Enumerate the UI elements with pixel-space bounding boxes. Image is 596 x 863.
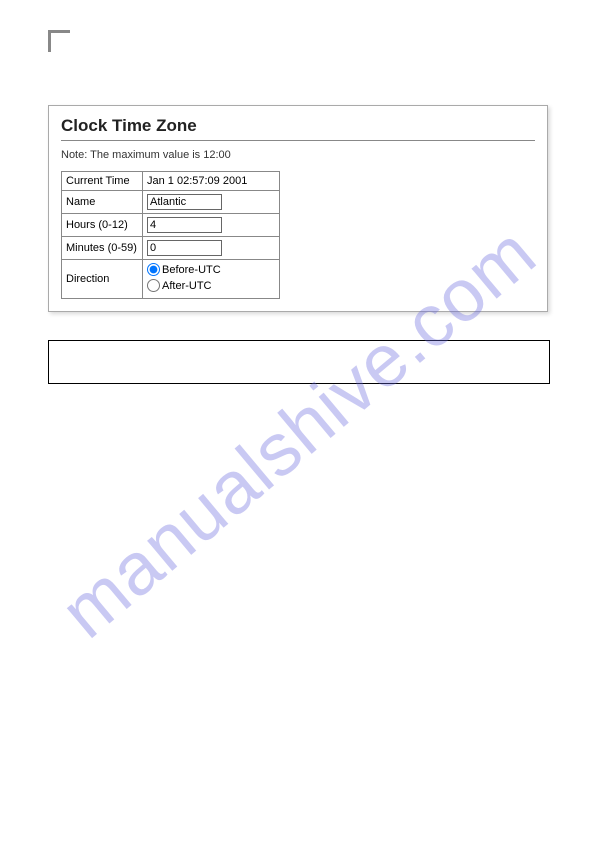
settings-table: Current Time Jan 1 02:57:09 2001 Name Ho… [61,171,280,299]
hours-label: Hours (0-12) [62,214,143,237]
hours-input[interactable] [147,217,222,233]
table-row: Name [62,191,280,214]
panel-title: Clock Time Zone [61,116,535,136]
current-time-value: Jan 1 02:57:09 2001 [143,172,280,191]
table-row: Minutes (0-59) [62,237,280,260]
name-label: Name [62,191,143,214]
before-utc-label: Before-UTC [162,264,221,276]
table-row: Direction Before-UTC After-UTC [62,260,280,299]
after-utc-radio[interactable] [147,279,160,292]
current-time-label: Current Time [62,172,143,191]
clock-timezone-panel: Clock Time Zone Note: The maximum value … [48,105,548,312]
after-utc-label: After-UTC [162,280,212,292]
before-utc-radio[interactable] [147,263,160,276]
table-row: Current Time Jan 1 02:57:09 2001 [62,172,280,191]
panel-divider [61,140,535,141]
note-text: Note: The maximum value is 12:00 [61,149,535,161]
empty-box [48,340,550,384]
minutes-label: Minutes (0-59) [62,237,143,260]
table-row: Hours (0-12) [62,214,280,237]
name-input[interactable] [147,194,222,210]
direction-label: Direction [62,260,143,299]
minutes-input[interactable] [147,240,222,256]
